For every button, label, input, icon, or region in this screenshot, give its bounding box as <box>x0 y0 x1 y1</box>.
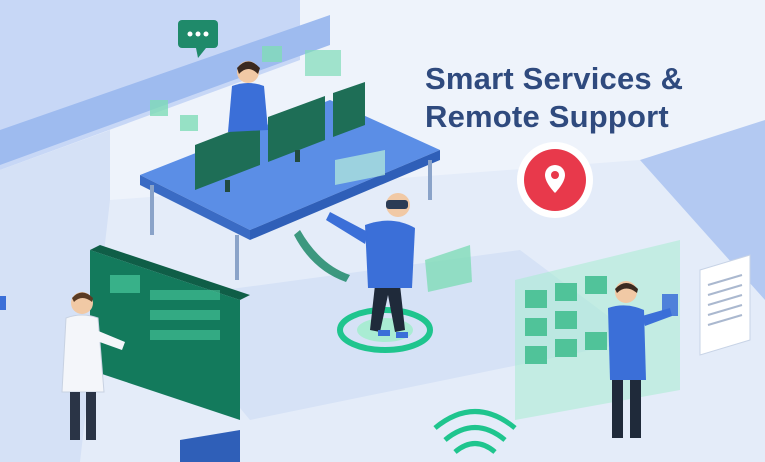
desk-leg <box>428 160 432 200</box>
tech-leg <box>70 392 80 440</box>
chat-dot <box>187 31 193 37</box>
holo-tile <box>585 276 607 294</box>
headline-line-1: Smart Services & <box>425 61 684 96</box>
server-panel <box>110 275 140 293</box>
headline: Smart Services & Remote Support <box>425 60 683 136</box>
vr-headset <box>386 200 408 209</box>
holo-tile <box>555 283 577 301</box>
headline-line-2: Remote Support <box>425 99 669 134</box>
monitor-stand <box>225 180 230 192</box>
server-bar <box>150 290 220 300</box>
support-leg <box>630 380 641 438</box>
document-sheet <box>699 254 751 356</box>
tech-labcoat <box>61 314 105 393</box>
holo-tile <box>555 311 577 329</box>
desk-leg <box>150 185 154 235</box>
illustration-scene: Smart Services & Remote Support <box>0 0 765 462</box>
document-icon <box>699 254 751 356</box>
holo-tile <box>525 318 547 336</box>
holo-tile <box>585 332 607 350</box>
pin-hole <box>551 171 559 179</box>
operator-body <box>228 83 268 132</box>
support-body <box>608 305 646 380</box>
holo-tile <box>555 339 577 357</box>
tech-leg <box>86 392 96 440</box>
edge-marker <box>0 296 6 310</box>
holo-tile <box>525 290 547 308</box>
holo-tile <box>150 100 168 116</box>
chat-dot <box>203 31 209 37</box>
holo-tile <box>262 46 282 62</box>
support-leg <box>612 380 623 438</box>
vr-body <box>365 220 415 288</box>
location-pin-icon <box>517 142 593 218</box>
holo-tile <box>525 346 547 364</box>
vr-shoe <box>396 332 408 338</box>
monitor-stand <box>295 150 300 162</box>
support-tablet <box>662 294 678 316</box>
holo-screen <box>305 50 341 76</box>
server-bar <box>150 330 220 340</box>
server-bar <box>150 310 220 320</box>
vr-shoe <box>378 330 390 336</box>
holo-tile <box>180 115 198 131</box>
desk-leg <box>235 235 239 280</box>
chat-dot <box>195 31 201 37</box>
